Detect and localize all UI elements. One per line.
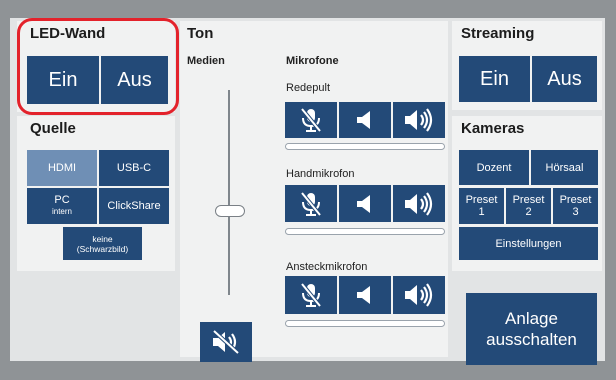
streaming-title: Streaming (461, 25, 535, 42)
camera-hoersaal-button[interactable]: Hörsaal (531, 150, 598, 185)
mic-redepult-speaker-button[interactable] (339, 102, 391, 138)
source-none-sublabel: (Schwarzbild) (76, 243, 129, 254)
source-pc-button[interactable]: PC intern (27, 188, 97, 224)
mics-label: Mikrofone (286, 55, 339, 67)
speaker-volume-icon (405, 191, 433, 216)
mic-ansteckmikrofon-speaker-button[interactable] (339, 276, 391, 314)
source-pc-sublabel: intern (51, 207, 72, 216)
source-none-label: keine (92, 233, 113, 244)
speaker-volume-icon (405, 108, 433, 132)
shutdown-label-line2: ausschalten (486, 330, 577, 349)
speaker-mute-icon (212, 329, 240, 355)
camera-dozent-button[interactable]: Dozent (459, 150, 529, 185)
preset-3-label: Preset (559, 194, 592, 206)
shutdown-label-line1: Anlage (505, 309, 558, 328)
source-hdmi-button[interactable]: HDMI (27, 150, 97, 186)
source-pc-label: PC (54, 194, 70, 206)
mute-mic-icon (300, 282, 322, 308)
camera-preset-2-button[interactable]: Preset 2 (506, 188, 551, 224)
mic-handmikrofon-volume-button[interactable] (393, 185, 445, 222)
mic-ansteckmikrofon-volume-button[interactable] (393, 276, 445, 314)
preset-1-number: 1 (478, 206, 485, 218)
mic-ansteckmikrofon-level-bar (285, 320, 445, 327)
camera-preset-1-button[interactable]: Preset 1 (459, 188, 504, 224)
preset-1-label: Preset (465, 194, 498, 206)
source-clickshare-button[interactable]: ClickShare (99, 188, 169, 224)
source-none-button[interactable]: keine (Schwarzbild) (63, 227, 142, 260)
mic-redepult-mute-button[interactable] (285, 102, 337, 138)
speaker-volume-icon (405, 283, 433, 307)
media-volume-track[interactable] (228, 90, 230, 295)
preset-2-label: Preset (512, 194, 545, 206)
preset-2-number: 2 (525, 206, 532, 218)
speaker-icon (357, 286, 370, 304)
led-wall-title: LED-Wand (30, 25, 106, 42)
mic-redepult-label: Redepult (286, 82, 331, 94)
camera-settings-button[interactable]: Einstellungen (459, 227, 598, 260)
mic-ansteckmikrofon-mute-button[interactable] (285, 276, 337, 314)
cameras-title: Kameras (461, 120, 525, 137)
camera-preset-3-button[interactable]: Preset 3 (553, 188, 598, 224)
mic-redepult-level-bar (285, 143, 445, 150)
mic-handmikrofon-mute-button[interactable] (285, 185, 337, 222)
streaming-off-button[interactable]: Aus (532, 56, 597, 102)
mic-ansteckmikrofon-label: Ansteckmikrofon (286, 261, 368, 273)
media-label: Medien (187, 55, 225, 67)
system-shutdown-button[interactable]: Anlage ausschalten (466, 293, 597, 365)
media-volume-slider-thumb[interactable] (215, 205, 245, 217)
mute-mic-icon (300, 191, 322, 216)
streaming-on-button[interactable]: Ein (459, 56, 530, 102)
mute-mic-icon (300, 107, 322, 133)
media-mute-button[interactable] (200, 322, 252, 362)
audio-title: Ton (187, 25, 214, 42)
speaker-icon (357, 194, 370, 213)
source-title: Quelle (30, 120, 76, 137)
mic-redepult-volume-button[interactable] (393, 102, 445, 138)
led-on-button[interactable]: Ein (27, 56, 99, 104)
mic-handmikrofon-speaker-button[interactable] (339, 185, 391, 222)
mic-handmikrofon-level-bar (285, 228, 445, 235)
mic-handmikrofon-label: Handmikrofon (286, 168, 355, 180)
preset-3-number: 3 (572, 206, 579, 218)
source-usbc-button[interactable]: USB-C (99, 150, 169, 186)
speaker-icon (357, 111, 370, 129)
led-off-button[interactable]: Aus (101, 56, 168, 104)
